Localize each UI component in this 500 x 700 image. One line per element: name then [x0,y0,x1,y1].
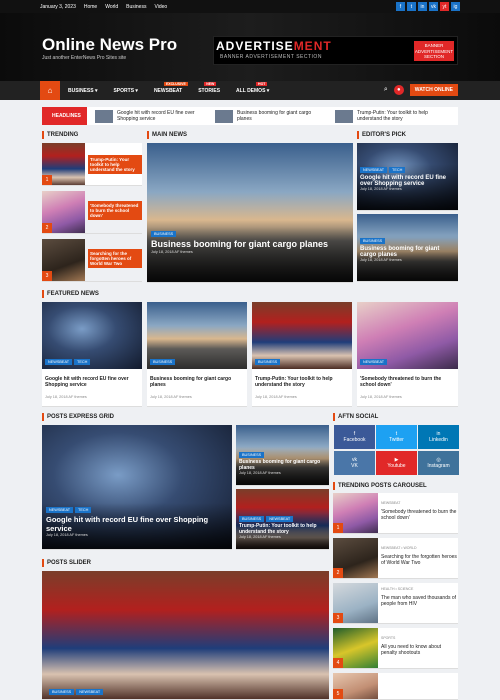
ticker-item[interactable]: Business booming for giant cargo planes [215,109,327,123]
ad-subtitle: BANNER ADVERTISEMENT SECTION [220,54,322,60]
youtube-icon[interactable]: yt [440,2,449,11]
search-icon[interactable]: ⌕ [384,86,388,94]
carousel-item[interactable]: 4 SPORTS All you need to know about pena… [333,628,458,669]
vk-button[interactable]: vk VK [334,451,375,475]
nav-stories[interactable]: NEW STORIES [190,81,228,94]
main-news-title[interactable]: Business booming for giant cargo planes [151,239,349,250]
instagram-icon[interactable]: ig [451,2,460,11]
top-link-home[interactable]: Home [84,4,97,10]
carousel-item[interactable]: 3 HEALTH • SCIENCE The man who saved tho… [333,583,458,624]
nav-sports[interactable]: SPORTS ▾ [105,88,145,94]
exclusive-badge: EXCLUSIVE [163,81,188,86]
top-link-world[interactable]: World [105,4,118,10]
section-trending: TRENDING [42,131,78,139]
section-featured-news: FEATURED NEWS [42,290,99,298]
carousel-item[interactable]: 1 NEWSBEAT 'Somebody threatened to burn … [333,493,458,534]
carousel-item[interactable]: 5 [333,673,458,700]
carousel-item[interactable]: 2 NEWSBEAT • WORLD Searching for the for… [333,538,458,579]
top-link-business[interactable]: Business [126,4,146,10]
section-editors-pick: EDITOR'S PICK [357,131,406,139]
trending-item[interactable]: 1 Trump-Putin: Your toolkit to help unde… [42,143,142,186]
editors-pick-card[interactable]: BUSINESS Business booming for giant carg… [357,214,458,282]
top-bar: January 3, 2023 Home World Business Vide… [0,0,500,13]
ad-title: ADVERTISEMENT [216,39,332,53]
instagram-button[interactable]: ◎ Instagram [418,451,459,475]
vk-icon[interactable]: vk [429,2,438,11]
new-badge: NEW [204,81,217,86]
headlines-ticker: HEADLINES Google hit with record EU fine… [42,107,458,125]
section-posts-slider: POSTS SLIDER [42,559,91,567]
express-big-card[interactable]: NEWSBEAT TECH Google hit with record EU f… [42,425,232,550]
top-social-icons: f t in vk yt ig [396,2,460,11]
ticker-item[interactable]: Google hit with record EU fine over Shop… [95,109,207,123]
facebook-icon[interactable]: f [396,2,405,11]
top-link-video[interactable]: Video [154,4,167,10]
section-aftn-social: AFTN SOCIAL [333,413,378,421]
main-news-card[interactable]: BUSINESS Business booming for giant carg… [147,143,353,283]
facebook-button[interactable]: f Facebook [334,425,375,449]
slider-image [42,571,329,699]
ticker-item[interactable]: Trump-Putin: Your toolkit to help unders… [335,109,447,123]
site-header: Online News Pro Just another EnterNews P… [0,13,500,81]
section-main-news: MAIN NEWS [147,131,187,139]
nav-newsbeat[interactable]: EXCLUSIVE NEWSBEAT [146,81,190,94]
express-small-card[interactable]: BUSINESS NEWSBEAT Trump-Putin: Your toolk… [236,489,329,550]
hot-badge: HOT [256,81,268,86]
featured-card[interactable]: BUSINESS Trump-Putin: Your toolkit to he… [252,302,352,407]
live-icon[interactable]: ● [393,85,404,95]
twitter-button[interactable]: t Twitter [376,425,417,449]
featured-card[interactable]: NEWSBEAT 'Somebody threatened to burn th… [357,302,458,407]
ad-badge: BANNER ADVERTISEMENT SECTION [414,41,454,61]
featured-card[interactable]: NEWSBEAT TECH Google hit with record EU f… [42,302,142,407]
home-icon[interactable]: ⌂ [40,81,60,100]
current-date: January 3, 2023 [40,3,76,10]
trending-item[interactable]: 3 Searching for the forgotten heroes of … [42,239,142,282]
featured-card[interactable]: BUSINESS Business booming for giant carg… [147,302,247,407]
linkedin-button[interactable]: in Linkedin [418,425,459,449]
nav-all-demos[interactable]: HOT ALL DEMOS ▾ [228,81,277,94]
main-nav: ⌂ BUSINESS ▾ SPORTS ▾ EXCLUSIVE NEWSBEAT … [0,81,500,100]
site-title[interactable]: Online News Pro [42,35,177,55]
site-tagline: Just another EnterNews Pro Sites site [42,55,127,61]
trending-item[interactable]: 2 'Somebody threatened to burn the schoo… [42,191,142,234]
social-buttons: f Facebook t Twitter in Linkedin vk VK ▶ Yout… [334,425,459,475]
linkedin-icon[interactable]: in [418,2,427,11]
headlines-label: HEADLINES [42,107,87,125]
nav-business[interactable]: BUSINESS ▾ [60,88,105,94]
editors-pick-card[interactable]: NEWSBEAT TECH Google hit with record EU f… [357,143,458,211]
watch-online-button[interactable]: WATCH ONLINE [409,84,458,96]
express-small-card[interactable]: BUSINESS Business booming for giant carg… [236,425,329,486]
posts-slider[interactable]: BUSINESS NEWSBEAT [42,571,329,700]
advertisement-banner[interactable]: ADVERTISEMENT BANNER ADVERTISEMENT SECTI… [213,36,458,65]
youtube-button[interactable]: ▶ Youtube [376,451,417,475]
section-trending-carousel: TRENDING POSTS CAROUSEL [333,482,427,490]
section-posts-express: POSTS EXPRESS GRID [42,413,114,421]
twitter-icon[interactable]: t [407,2,416,11]
